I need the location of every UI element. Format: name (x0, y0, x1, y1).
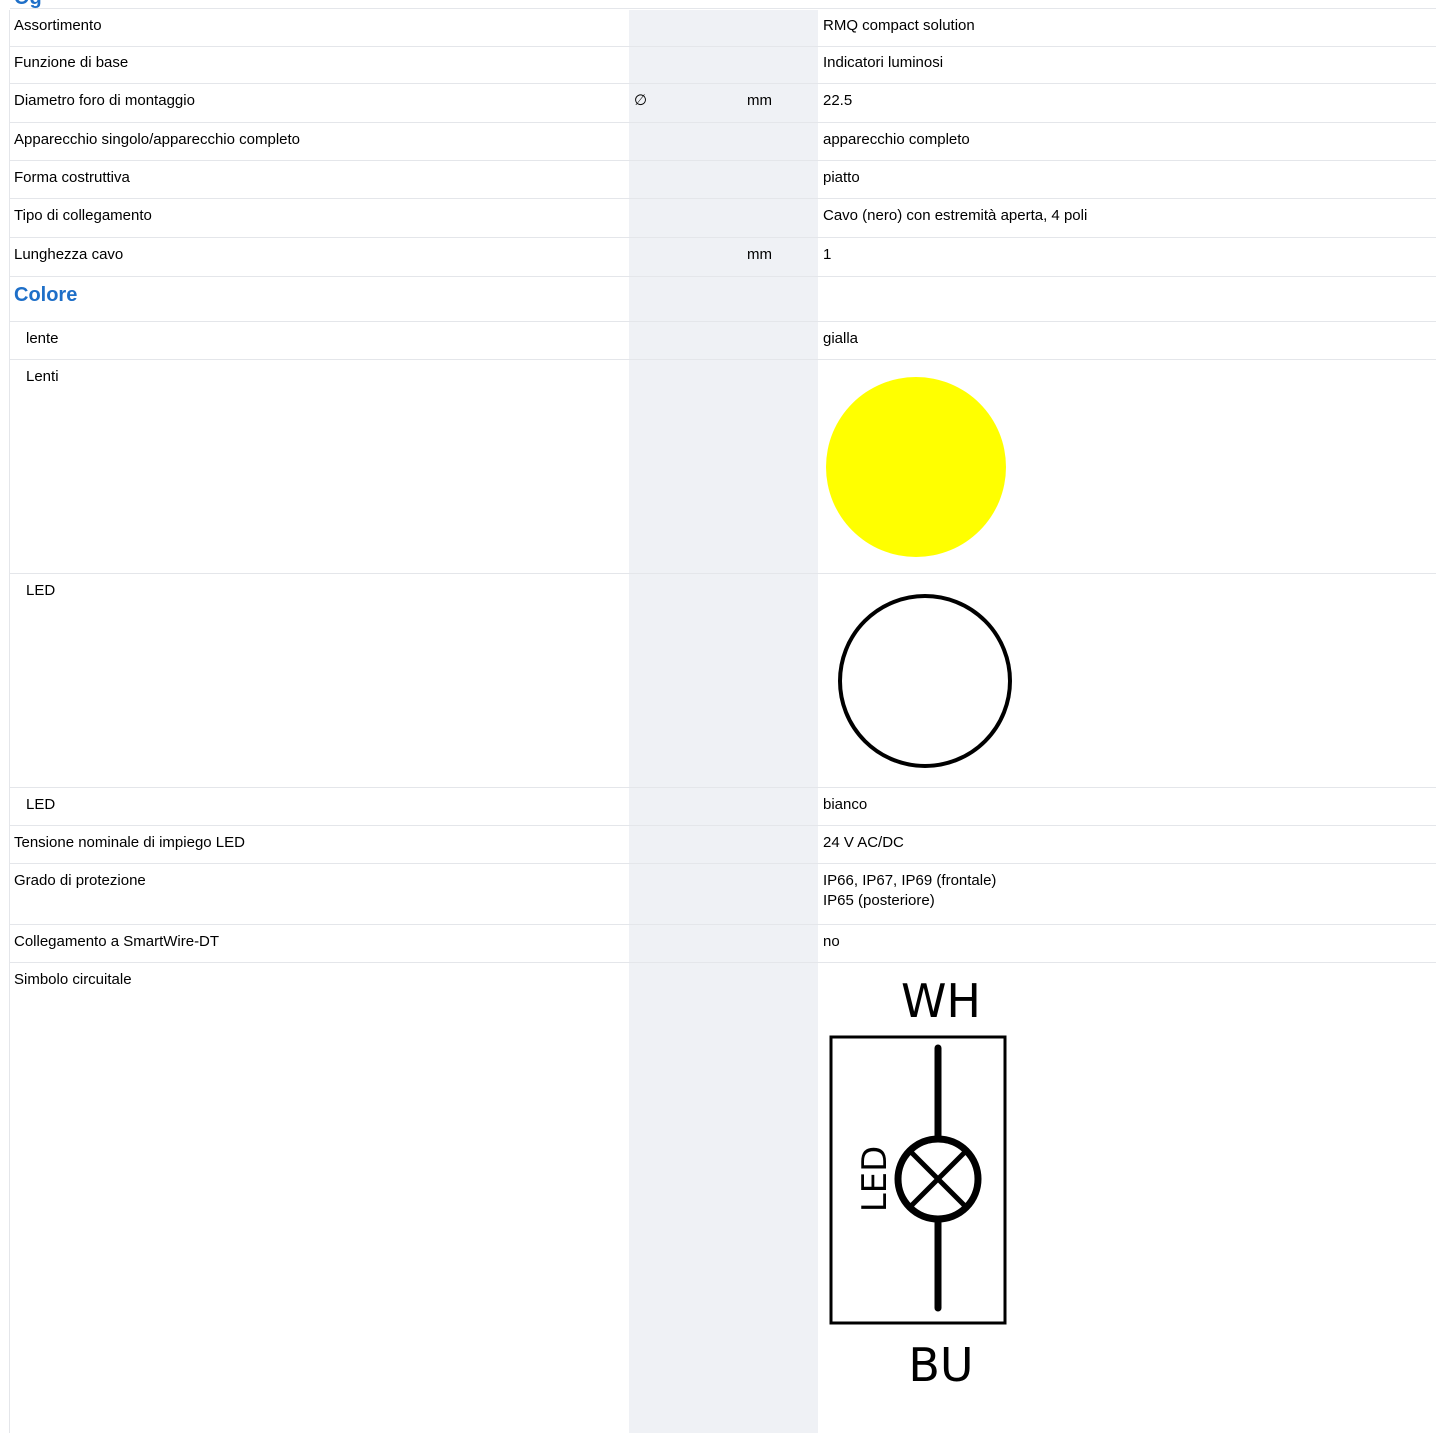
spec-label: lente (26, 330, 59, 347)
spec-label: Apparecchio singolo/apparecchio completo (14, 131, 301, 148)
spec-row-led-swatch: LED (10, 574, 1436, 788)
spec-row-grado-protezione: Grado di protezione IP66, IP67, IP69 (fr… (10, 864, 1436, 925)
spec-label: Lunghezza cavo (14, 246, 124, 263)
spec-row-tipo-collegamento: Tipo di collegamento Cavo (nero) con est… (10, 199, 1436, 238)
spec-label: Tipo di collegamento (14, 207, 152, 224)
spec-value: Cavo (nero) con estremità aperta, 4 poli (823, 207, 1088, 224)
spec-unit: mm (747, 246, 772, 263)
spec-value: no (823, 933, 840, 950)
spec-label: Lenti (26, 368, 59, 385)
spec-value: 24 V AC/DC (823, 834, 904, 851)
spec-label: LED (26, 796, 56, 813)
wire-color-top-label: WH (901, 974, 981, 1028)
lamp-symbol-icon: WH LED BU (829, 974, 1007, 1391)
spec-value: apparecchio completo (823, 131, 970, 148)
product-spec-sheet: Og Assortimento RMQ compact solution Fun… (0, 0, 1436, 1433)
spec-row-tensione: Tensione nominale di impiego LED 24 V AC… (10, 826, 1436, 864)
diameter-symbol: ∅ (634, 92, 648, 109)
spec-label: Collegamento a SmartWire-DT (14, 933, 220, 950)
spec-value: gialla (823, 330, 859, 347)
spec-row-simbolo: Simbolo circuitale WH LED BU (10, 963, 1436, 1433)
lens-color-swatch-icon (826, 377, 1006, 557)
spec-row-apparecchio: Apparecchio singolo/apparecchio completo… (10, 123, 1436, 161)
spec-value-line: IP65 (posteriore) (823, 892, 935, 909)
spec-value-line: IP66, IP67, IP69 (frontale) (823, 872, 997, 889)
spec-row-led: LED bianco (10, 788, 1436, 826)
wire-color-bottom-label: BU (908, 1338, 973, 1391)
spec-label: Diametro foro di montaggio (14, 92, 195, 109)
spec-value: bianco (823, 796, 868, 813)
spec-label: Assortimento (14, 17, 102, 34)
spec-row-forma: Forma costruttiva piatto (10, 161, 1436, 199)
spec-unit: mm (747, 92, 772, 109)
spec-label: Forma costruttiva (14, 169, 130, 186)
spec-row-assortimento: Assortimento RMQ compact solution (10, 8, 1436, 47)
spec-label: Funzione di base (14, 54, 129, 71)
category-row-colore: Colore (10, 277, 1436, 322)
spec-label: Grado di protezione (14, 872, 146, 889)
led-color-swatch-icon (838, 594, 1012, 768)
spec-row-lente: lente gialla (10, 322, 1436, 360)
spec-value: 1 (823, 246, 832, 263)
spec-value: piatto (823, 169, 860, 186)
spec-label: Tensione nominale di impiego LED (14, 834, 245, 851)
spec-label: Simbolo circuitale (14, 971, 132, 988)
spec-value: Indicatori luminosi (823, 54, 944, 71)
spec-row-funzione: Funzione di base Indicatori luminosi (10, 46, 1436, 84)
led-side-label: LED (855, 1146, 895, 1213)
spec-row-lenti: Lenti (10, 360, 1436, 574)
spec-value: RMQ compact solution (823, 17, 975, 34)
spec-value: 22.5 (823, 92, 853, 109)
spec-label: LED (26, 582, 56, 599)
spec-value: IP66, IP67, IP69 (frontale) IP65 (poster… (823, 871, 996, 911)
spec-row-diametro: Diametro foro di montaggio ∅ mm 22.5 (10, 84, 1436, 123)
spec-row-smartwire: Collegamento a SmartWire-DT no (10, 925, 1436, 963)
spec-row-lunghezza-cavo: Lunghezza cavo mm 1 (10, 238, 1436, 277)
category-heading: Colore (14, 284, 78, 306)
